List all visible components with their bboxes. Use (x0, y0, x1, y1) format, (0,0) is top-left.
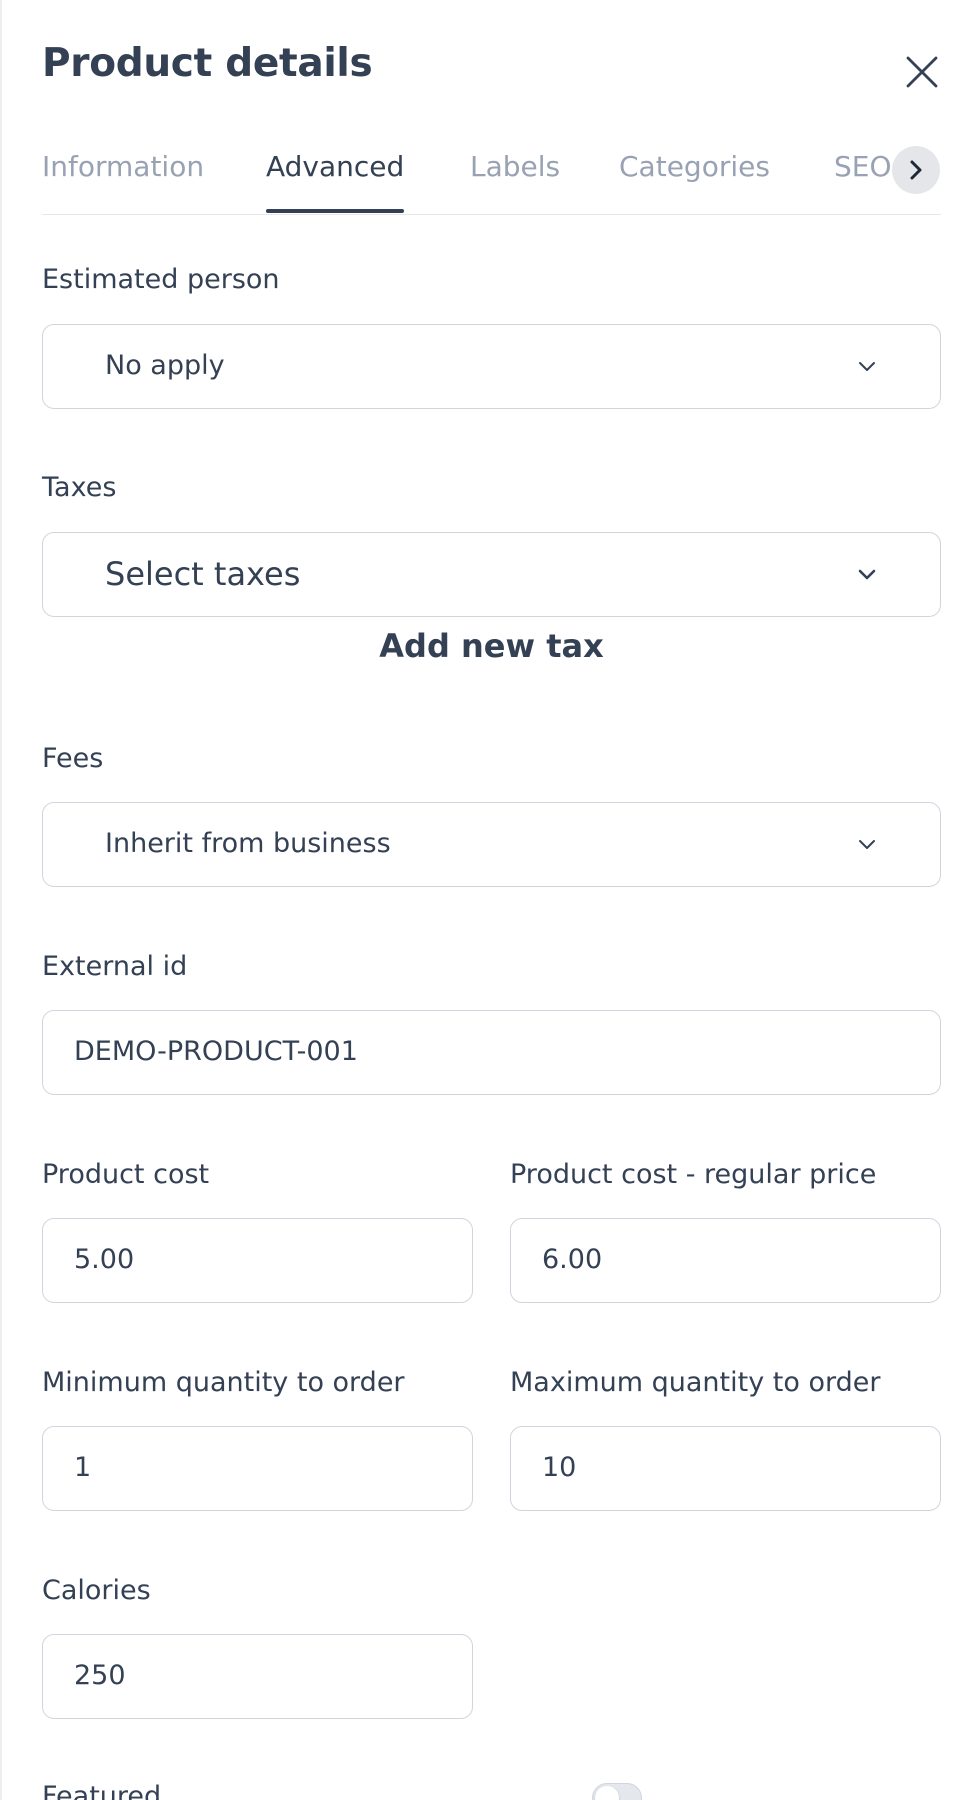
tab-bar: Information Advanced Labels Categories S… (42, 140, 941, 215)
add-new-tax-button[interactable]: Add new tax (42, 627, 941, 665)
external-id-label: External id (42, 951, 188, 982)
fees-value: Inherit from business (105, 828, 391, 859)
calories-input[interactable]: 250 (42, 1634, 473, 1719)
max-quantity-value: 10 (542, 1452, 577, 1483)
tab-label: Information (42, 150, 205, 183)
product-cost-input[interactable]: 5.00 (42, 1218, 473, 1303)
tab-label: Categories (619, 150, 770, 183)
chevron-right-icon (910, 160, 922, 180)
tab-categories[interactable]: Categories (619, 150, 770, 213)
page-title: Product details (42, 41, 373, 86)
tabs-scroll-right-button[interactable] (892, 146, 940, 194)
min-quantity-input[interactable]: 1 (42, 1426, 473, 1511)
calories-label: Calories (42, 1575, 151, 1606)
external-id-value: DEMO-PRODUCT-001 (74, 1036, 358, 1067)
estimated-person-select[interactable]: No apply (42, 324, 941, 409)
product-cost-label: Product cost (42, 1159, 210, 1190)
tab-information[interactable]: Information (42, 150, 204, 213)
toggle-knob (595, 1786, 619, 1800)
calories-value: 250 (74, 1660, 126, 1691)
product-cost-regular-label: Product cost - regular price (510, 1159, 877, 1190)
tab-label: Advanced (266, 150, 405, 183)
product-cost-regular-value: 6.00 (542, 1244, 603, 1275)
taxes-label: Taxes (42, 472, 117, 503)
panel-header: Product details (42, 38, 942, 98)
featured-label: Featured (42, 1781, 162, 1800)
featured-toggle[interactable] (592, 1783, 642, 1800)
estimated-person-label: Estimated person (42, 264, 280, 295)
panel-left-border (0, 0, 2, 1800)
min-quantity-label: Minimum quantity to order (42, 1367, 405, 1398)
taxes-placeholder: Select taxes (105, 555, 301, 593)
fees-select[interactable]: Inherit from business (42, 802, 941, 887)
active-tab-indicator (266, 209, 405, 213)
chevron-down-icon (856, 833, 878, 855)
tab-labels[interactable]: Labels (470, 150, 560, 213)
chevron-down-icon (856, 355, 878, 377)
fees-label: Fees (42, 743, 104, 774)
tab-advanced[interactable]: Advanced (266, 150, 405, 213)
product-cost-value: 5.00 (74, 1244, 135, 1275)
estimated-person-value: No apply (105, 350, 225, 381)
external-id-input[interactable]: DEMO-PRODUCT-001 (42, 1010, 941, 1095)
chevron-down-icon (856, 563, 878, 585)
close-icon (906, 56, 938, 88)
max-quantity-label: Maximum quantity to order (510, 1367, 881, 1398)
taxes-select[interactable]: Select taxes (42, 532, 941, 617)
tab-label: Labels (470, 150, 561, 183)
product-cost-regular-input[interactable]: 6.00 (510, 1218, 941, 1303)
max-quantity-input[interactable]: 10 (510, 1426, 941, 1511)
close-button[interactable] (902, 52, 942, 92)
min-quantity-value: 1 (74, 1452, 92, 1483)
